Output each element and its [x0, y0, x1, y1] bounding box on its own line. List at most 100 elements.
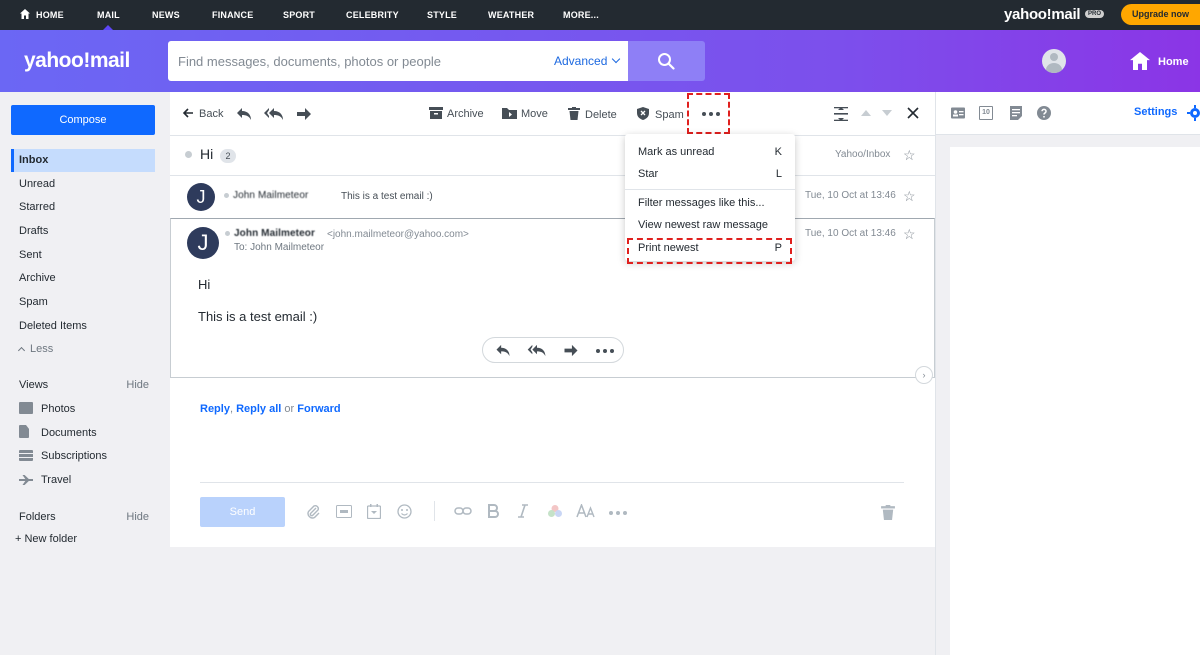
gif-icon[interactable] — [336, 505, 352, 518]
delete-button[interactable]: Delete — [568, 107, 617, 121]
archive-label: Archive — [447, 108, 484, 120]
nav-news[interactable]: NEWS — [152, 0, 180, 30]
reply-icon[interactable] — [236, 107, 252, 121]
sidebar-item-inbox[interactable]: Inbox — [11, 149, 155, 172]
divider — [200, 482, 904, 483]
next-message-icon[interactable] — [882, 110, 892, 116]
view-photos[interactable]: Photos — [19, 401, 75, 417]
new-folder-button[interactable]: + New folder — [15, 533, 77, 545]
sticker-icon[interactable] — [367, 504, 381, 519]
more-formatting-button[interactable] — [609, 511, 627, 515]
italic-icon[interactable] — [517, 504, 529, 518]
nav-finance[interactable]: FINANCE — [212, 0, 253, 30]
less-label: Less — [30, 343, 54, 355]
sidebar-item-archive[interactable]: Archive — [11, 267, 155, 290]
reply-link[interactable]: Reply — [200, 403, 230, 415]
view-travel[interactable]: Travel — [19, 472, 71, 488]
read-dot — [225, 231, 230, 236]
arrow-left-icon — [182, 108, 193, 118]
nav-more[interactable]: MORE... — [563, 0, 599, 30]
view-subscriptions[interactable]: Subscriptions — [19, 448, 107, 464]
menu-item-mark-unread[interactable]: Mark as unread K — [638, 145, 782, 159]
discard-draft-icon[interactable] — [881, 505, 895, 520]
forward-icon[interactable] — [296, 107, 312, 121]
reply-icon[interactable] — [495, 344, 511, 357]
sender-avatar: J — [187, 227, 219, 259]
forward-link[interactable]: Forward — [297, 403, 340, 415]
reply-all-icon[interactable] — [264, 107, 284, 121]
sidebar-item-sent[interactable]: Sent — [11, 244, 155, 267]
expand-collapse-icon[interactable] — [834, 107, 848, 121]
font-size-icon[interactable] — [576, 504, 596, 518]
text-color-icon[interactable] — [547, 504, 563, 518]
yahoo-mail-logo[interactable]: yahoo!mail — [1004, 6, 1080, 23]
notepad-icon[interactable] — [1009, 106, 1023, 120]
more-actions-button[interactable] — [596, 349, 614, 353]
link-icon[interactable] — [454, 504, 472, 518]
star-icon[interactable]: ☆ — [903, 227, 916, 241]
star-icon[interactable]: ☆ — [903, 148, 916, 162]
reply-all-icon[interactable] — [527, 344, 547, 357]
advanced-search-toggle[interactable]: Advanced — [554, 54, 621, 68]
menu-item-star[interactable]: Star L — [638, 167, 782, 181]
settings-link[interactable]: Settings — [1134, 106, 1177, 118]
spam-label: Spam — [655, 109, 684, 121]
send-button[interactable]: Send — [200, 497, 285, 527]
sidebar-item-spam[interactable]: Spam — [11, 291, 155, 314]
airplane-icon — [19, 475, 33, 485]
view-documents[interactable]: Documents — [19, 425, 97, 441]
contacts-icon[interactable] — [951, 106, 965, 120]
collapsed-message[interactable]: J John Mailmeteor This is a test email :… — [170, 176, 935, 218]
home-link[interactable]: Home — [1130, 52, 1189, 70]
folders-hide-link[interactable]: Hide — [126, 511, 149, 523]
shortcut-key: K — [774, 146, 782, 158]
sender-name: John Mailmeteor — [233, 190, 309, 201]
sidebar-item-starred[interactable]: Starred — [11, 196, 155, 219]
back-button[interactable]: Back — [182, 107, 223, 121]
chevron-down-icon — [612, 54, 621, 64]
sidebar-item-deleted[interactable]: Deleted Items — [11, 315, 155, 338]
collapse-panel-button[interactable]: › — [915, 366, 933, 384]
message-body-line: This is a test email :) — [198, 309, 318, 324]
mail-header: yahoo!mail Advanced Home — [0, 30, 1200, 92]
menu-item-filter-messages[interactable]: Filter messages like this... — [638, 196, 782, 210]
close-icon[interactable] — [907, 107, 919, 119]
sender-name[interactable]: John Mailmeteor — [234, 228, 315, 239]
nav-home[interactable]: HOME — [20, 0, 64, 30]
nav-sport[interactable]: SPORT — [283, 0, 315, 30]
spam-button[interactable]: Spam — [637, 107, 684, 121]
archive-button[interactable]: Archive — [429, 107, 484, 121]
folder-location: Yahoo/Inbox — [835, 149, 891, 160]
upgrade-button[interactable]: Upgrade now — [1121, 4, 1200, 25]
less-toggle[interactable]: Less — [17, 343, 54, 355]
star-icon[interactable]: ☆ — [903, 189, 916, 203]
nav-mail[interactable]: MAIL — [97, 0, 120, 30]
menu-item-view-raw[interactable]: View newest raw message — [638, 218, 782, 232]
nav-weather[interactable]: WEATHER — [488, 0, 534, 30]
bold-icon[interactable] — [488, 504, 500, 518]
help-icon[interactable] — [1037, 106, 1051, 120]
move-button[interactable]: Move — [502, 107, 548, 121]
sidebar-item-unread[interactable]: Unread — [11, 173, 155, 196]
compose-button[interactable]: Compose — [11, 105, 155, 135]
previous-message-icon[interactable] — [861, 110, 871, 116]
search-input[interactable] — [168, 41, 538, 81]
forward-icon[interactable] — [563, 344, 579, 357]
gear-icon[interactable] — [1187, 105, 1200, 121]
view-photos-label: Photos — [41, 403, 76, 415]
sidebar-item-drafts[interactable]: Drafts — [11, 220, 155, 243]
views-hide-link[interactable]: Hide — [126, 379, 149, 391]
sender-avatar: J — [187, 183, 215, 211]
message-snippet: This is a test email :) — [341, 191, 433, 202]
emoji-icon[interactable] — [397, 504, 412, 519]
search-button[interactable] — [628, 41, 705, 81]
calendar-icon[interactable]: 10 — [979, 106, 993, 120]
pro-badge: PRO — [1085, 10, 1105, 18]
paperclip-icon[interactable] — [306, 504, 320, 520]
nav-style[interactable]: STYLE — [427, 0, 457, 30]
brand-logo[interactable]: yahoo!mail — [24, 49, 130, 73]
profile-avatar[interactable] — [1042, 49, 1066, 73]
nav-celebrity[interactable]: CELEBRITY — [346, 0, 399, 30]
folders-label: Folders — [19, 511, 56, 523]
reply-all-link[interactable]: Reply all — [236, 403, 281, 415]
